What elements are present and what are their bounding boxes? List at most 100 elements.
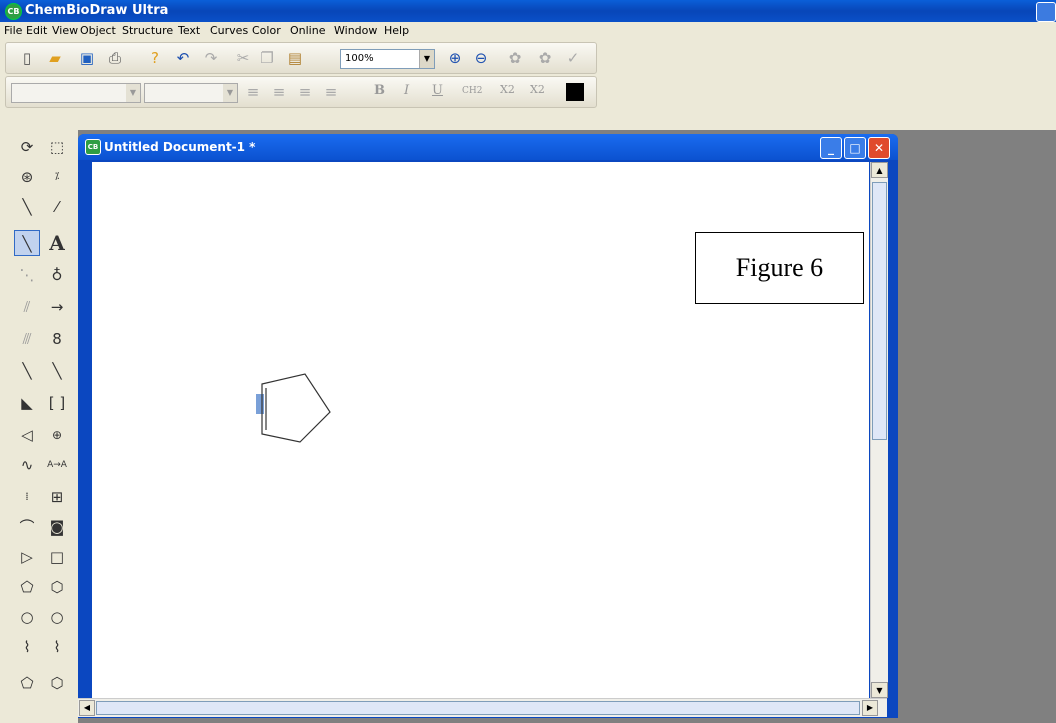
hashed-bond-icon[interactable]: ⫽ bbox=[14, 294, 40, 320]
pentagon-icon[interactable]: ⬠ bbox=[14, 574, 40, 600]
selected-bond-highlight bbox=[256, 394, 264, 414]
table-icon[interactable]: ⊞ bbox=[44, 484, 70, 510]
menu-view[interactable]: View bbox=[52, 24, 78, 37]
atom-map-icon[interactable]: A→A bbox=[44, 452, 70, 478]
eraser-icon[interactable]: ⁄ bbox=[44, 194, 70, 220]
superscript-button[interactable]: X2 bbox=[530, 83, 545, 96]
menu-online[interactable]: Online bbox=[290, 24, 325, 37]
drawing-canvas[interactable]: Figure 6 bbox=[92, 162, 869, 698]
cyclopentadiene-icon[interactable]: ⬠ bbox=[14, 670, 40, 696]
benzene-icon[interactable]: ⬡ bbox=[44, 670, 70, 696]
scroll-up-icon[interactable]: ▲ bbox=[871, 162, 888, 178]
dashed-bond-icon[interactable]: ⋱ bbox=[14, 262, 40, 288]
formula-button[interactable]: CH2 bbox=[462, 86, 482, 96]
align-center-icon[interactable]: ≡ bbox=[270, 83, 288, 101]
hashed-wedge-icon[interactable]: ⫻ bbox=[14, 326, 40, 352]
mass-fragment-icon[interactable]: ⊛ bbox=[14, 164, 40, 190]
tool-palette: ⟳ ⬚ ⊛ ⁒ ╲ ⁄ ╲ A ⋱ ♁ ⫽ → ⫻ 8 ╲ ╲ ◣ [ ] ◁ … bbox=[0, 130, 78, 723]
cyclohexane-chair-icon[interactable]: ⌇ bbox=[14, 634, 40, 660]
check-structure-icon[interactable]: ✓ bbox=[564, 49, 582, 67]
lone-pair-icon[interactable]: 8 bbox=[44, 326, 70, 352]
octagon-icon[interactable]: ○ bbox=[44, 604, 70, 630]
figure-label[interactable]: Figure 6 bbox=[695, 232, 864, 304]
horizontal-scroll-thumb[interactable] bbox=[96, 701, 860, 715]
chevron-down-icon[interactable]: ▼ bbox=[419, 50, 434, 68]
name-to-structure-icon[interactable]: ✿ bbox=[536, 49, 554, 67]
chain-icon[interactable]: ⁞ bbox=[14, 484, 40, 510]
mw-icon[interactable]: ⁒ bbox=[44, 164, 70, 190]
menu-edit[interactable]: Edit bbox=[26, 24, 47, 37]
menu-window[interactable]: Window bbox=[334, 24, 377, 37]
arrow-icon[interactable]: → bbox=[44, 294, 70, 320]
scroll-down-icon[interactable]: ▼ bbox=[871, 682, 888, 698]
structure-to-name-icon[interactable]: ✿ bbox=[506, 49, 524, 67]
scroll-left-icon[interactable]: ◀ bbox=[79, 700, 95, 716]
chevron-down-icon[interactable]: ▼ bbox=[223, 84, 237, 102]
doc-minimize-button[interactable]: _ bbox=[820, 137, 842, 159]
save-icon[interactable]: ▣ bbox=[78, 49, 96, 67]
heptagon-icon[interactable]: ○ bbox=[14, 604, 40, 630]
subscript-button[interactable]: X2 bbox=[500, 83, 515, 96]
cut-icon[interactable]: ✂ bbox=[234, 49, 252, 67]
document-title: Untitled Document-1 * bbox=[104, 140, 256, 154]
menu-color[interactable]: Color bbox=[252, 24, 281, 37]
chembiodraw-icon: CB bbox=[5, 3, 22, 20]
polymer-icon[interactable]: ⌒ bbox=[14, 514, 40, 540]
align-left-icon[interactable]: ≡ bbox=[244, 83, 262, 101]
menu-text[interactable]: Text bbox=[178, 24, 200, 37]
solid-bond-icon[interactable]: ╲ bbox=[14, 194, 40, 220]
menu-object[interactable]: Object bbox=[80, 24, 116, 37]
triangle-icon[interactable]: ▷ bbox=[14, 544, 40, 570]
scroll-right-icon[interactable]: ▶ bbox=[862, 700, 878, 716]
doc-maximize-button[interactable]: □ bbox=[844, 137, 866, 159]
minimize-button[interactable] bbox=[1036, 2, 1056, 22]
copy-icon[interactable]: ❐ bbox=[258, 49, 276, 67]
align-right-icon[interactable]: ≡ bbox=[296, 83, 314, 101]
hollow-wedge-icon[interactable]: ◁ bbox=[14, 422, 40, 448]
italic-button[interactable]: I bbox=[404, 83, 409, 98]
font-size-select[interactable]: ▼ bbox=[144, 83, 238, 103]
doc-close-button[interactable]: ✕ bbox=[868, 137, 890, 159]
justify-icon[interactable]: ≡ bbox=[322, 83, 340, 101]
menu-help[interactable]: Help bbox=[384, 24, 409, 37]
bracket-icon[interactable]: [ ] bbox=[44, 390, 70, 416]
zoom-out-icon[interactable]: ⊖ bbox=[472, 49, 490, 67]
wavy-bond-icon[interactable]: ∿ bbox=[14, 452, 40, 478]
vertical-scroll-thumb[interactable] bbox=[872, 182, 887, 440]
redo-icon[interactable]: ↷ bbox=[202, 49, 220, 67]
cyclopentene-structure[interactable] bbox=[242, 367, 342, 447]
cyclohexane-chair-alt-icon[interactable]: ⌇ bbox=[44, 634, 70, 660]
print-icon[interactable]: ⎙ bbox=[106, 49, 124, 67]
hexagon-icon[interactable]: ⬡ bbox=[44, 574, 70, 600]
template-icon[interactable]: ◙ bbox=[44, 514, 70, 540]
text-icon[interactable]: A bbox=[44, 230, 70, 256]
menu-structure[interactable]: Structure bbox=[122, 24, 173, 37]
wedge-bond-icon[interactable]: ◣ bbox=[14, 390, 40, 416]
menu-file[interactable]: File bbox=[4, 24, 22, 37]
lasso-icon[interactable]: ⟳ bbox=[14, 134, 40, 160]
zoom-select[interactable]: 100% ▼ bbox=[340, 49, 435, 69]
plain-line-icon[interactable]: ╲ bbox=[44, 358, 70, 384]
marquee-icon[interactable]: ⬚ bbox=[44, 134, 70, 160]
new-icon[interactable]: ▯ bbox=[18, 49, 36, 67]
underline-button[interactable]: U bbox=[432, 83, 443, 98]
open-icon[interactable]: ▰ bbox=[46, 49, 64, 67]
paste-icon[interactable]: ▤ bbox=[286, 49, 304, 67]
undo-icon[interactable]: ↶ bbox=[174, 49, 192, 67]
help-icon[interactable]: ? bbox=[146, 49, 164, 67]
horizontal-scrollbar[interactable]: ◀ ▶ bbox=[78, 698, 887, 717]
bold-button[interactable]: B bbox=[374, 83, 385, 98]
square-icon[interactable]: □ bbox=[44, 544, 70, 570]
zoom-in-icon[interactable]: ⊕ bbox=[446, 49, 464, 67]
standard-toolbar: ▯ ▰ ▣ ⎙ ? ↶ ↷ ✂ ❐ ▤ 100% ▼ ⊕ ⊖ ✿ ✿ ✓ bbox=[0, 40, 1056, 74]
bold-bond-icon[interactable]: ╲ bbox=[14, 230, 40, 256]
orbital-icon[interactable]: ♁ bbox=[44, 262, 70, 288]
chevron-down-icon[interactable]: ▼ bbox=[126, 84, 140, 102]
charge-icon[interactable]: ⊕ bbox=[44, 422, 70, 448]
menu-curves[interactable]: Curves bbox=[210, 24, 248, 37]
font-name-select[interactable]: ▼ bbox=[11, 83, 141, 103]
vertical-scrollbar[interactable]: ▲ ▼ bbox=[870, 162, 888, 698]
zoom-value: 100% bbox=[345, 53, 374, 64]
bold-line-icon[interactable]: ╲ bbox=[14, 358, 40, 384]
color-swatch[interactable] bbox=[566, 83, 584, 101]
